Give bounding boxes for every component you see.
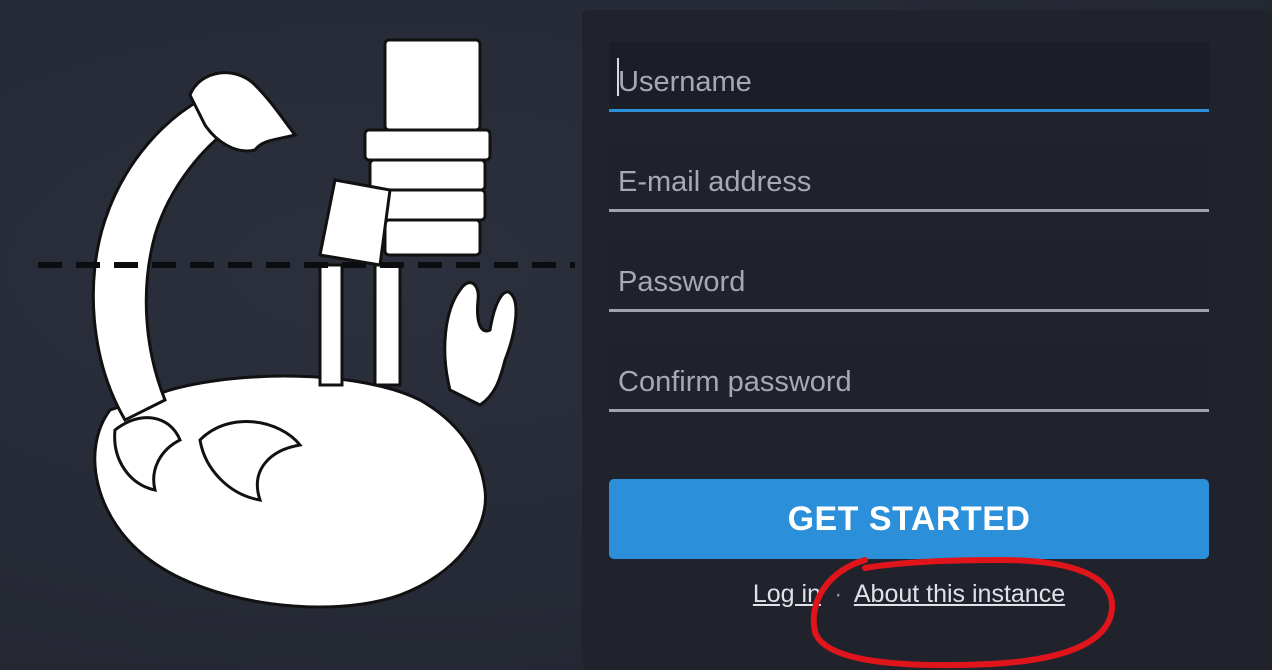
password-input[interactable] [609, 242, 1209, 312]
footer-links: Log in · About this instance [609, 580, 1209, 609]
signup-page: GET STARTED Log in · About this instance [0, 0, 1272, 670]
about-instance-link[interactable]: About this instance [854, 580, 1065, 608]
username-input[interactable] [609, 42, 1209, 112]
email-input[interactable] [609, 142, 1209, 212]
login-link[interactable]: Log in [753, 580, 821, 608]
get-started-button[interactable]: GET STARTED [609, 479, 1209, 559]
mascot-illustration [38, 38, 575, 609]
text-caret [617, 58, 619, 96]
confirm-password-input[interactable] [609, 342, 1209, 412]
link-separator: · [833, 580, 843, 608]
